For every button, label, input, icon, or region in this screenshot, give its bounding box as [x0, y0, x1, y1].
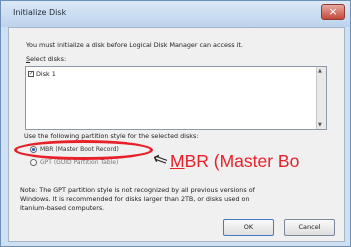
gpt-label: GPT (GUID Partition Table) [40, 159, 119, 166]
close-button[interactable]: × [321, 4, 345, 20]
disk-label: Disk 1 [36, 69, 56, 78]
initialize-disk-dialog: Initialize Disk × You must initialize a … [0, 0, 351, 247]
annotation-mark: M [170, 151, 185, 171]
mbr-annotation: MBR (Master Bo [170, 151, 299, 172]
title-bar[interactable]: Initialize Disk × [1, 1, 350, 27]
disk-list-scrollbar[interactable]: ▲ ▼ [316, 67, 326, 129]
highlight-oval [14, 140, 153, 160]
disk-checkbox[interactable]: ✓ [28, 70, 34, 77]
select-disks-label: Select disks: [26, 55, 66, 63]
scroll-down-icon[interactable]: ▼ [318, 122, 322, 128]
partition-style-label: Use the following partition style for th… [24, 132, 199, 140]
close-icon: × [328, 5, 338, 18]
window-title: Initialize Disk [13, 8, 67, 17]
disk-list[interactable]: ✓ Disk 1 ▲ ▼ [25, 66, 327, 130]
select-disks-label-rest: elect disks: [30, 55, 67, 63]
gpt-note: Note: The GPT partition style is not rec… [20, 186, 255, 212]
ok-button[interactable]: OK [223, 219, 274, 236]
gpt-radio[interactable] [30, 159, 37, 166]
disk-list-item[interactable]: ✓ Disk 1 [28, 69, 56, 78]
gpt-option[interactable]: GPT (GUID Partition Table) [30, 159, 118, 166]
intro-text: You must initialize a disk before Logica… [26, 41, 243, 49]
scroll-up-icon[interactable]: ▲ [318, 68, 322, 74]
annotation-rest: BR (Master Bo [184, 151, 300, 171]
cancel-button[interactable]: Cancel [284, 219, 335, 236]
